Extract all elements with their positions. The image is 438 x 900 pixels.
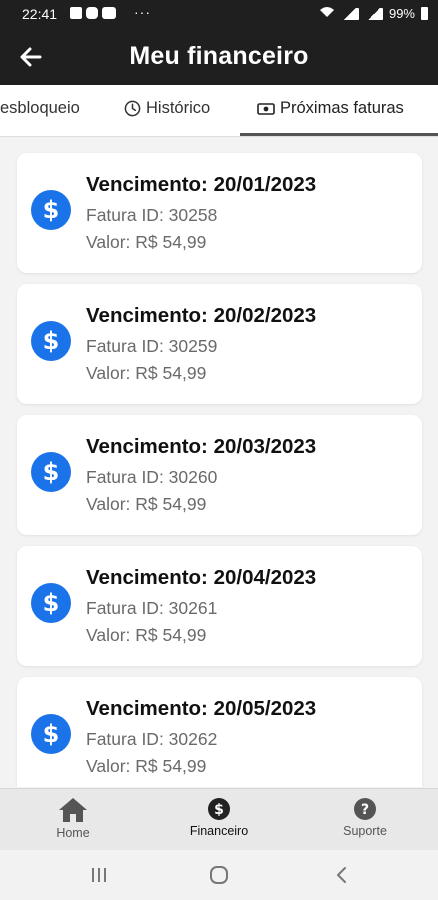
active-tab-indicator (240, 133, 438, 136)
tab-label: esbloqueio (0, 99, 80, 117)
tab-historico[interactable]: Histórico (124, 99, 210, 118)
invoice-value: Valor: R$ 54,99 (86, 625, 207, 645)
tab-bar: esbloqueio Histórico Próximas faturas (0, 85, 438, 137)
status-time: 22:41 (22, 6, 58, 22)
invoice-due-date: Vencimento: 20/05/2023 (86, 697, 317, 720)
dollar-circle-icon: $ (31, 714, 71, 754)
invoice-id: Fatura ID: 30260 (86, 467, 218, 487)
dollar-circle-icon: $ (31, 190, 71, 230)
wifi-icon (319, 6, 335, 21)
invoice-value: Valor: R$ 54,99 (86, 756, 207, 776)
bottom-navigation: Home $ Financeiro ? Suporte (0, 788, 438, 850)
dollar-circle-icon: $ (31, 583, 71, 623)
tab-desbloqueio[interactable]: esbloqueio (0, 99, 80, 118)
invoice-card[interactable]: $ Vencimento: 20/01/2023 Fatura ID: 3025… (17, 153, 422, 273)
invoice-card[interactable]: $ Vencimento: 20/02/2023 Fatura ID: 3025… (17, 284, 422, 404)
dollar-circle-icon: $ (208, 798, 230, 820)
cash-icon (257, 102, 275, 115)
invoice-value: Valor: R$ 54,99 (86, 494, 207, 514)
invoice-due-date: Vencimento: 20/02/2023 (86, 304, 317, 327)
svg-text:?: ? (361, 802, 369, 818)
svg-text:$: $ (43, 589, 60, 617)
svg-text:$: $ (43, 720, 60, 748)
invoice-value: Valor: R$ 54,99 (86, 363, 207, 383)
invoice-due-date: Vencimento: 20/03/2023 (86, 435, 317, 458)
invoice-id: Fatura ID: 30262 (86, 729, 218, 749)
invoice-due-date: Vencimento: 20/01/2023 (86, 173, 317, 196)
invoice-card[interactable]: $ Vencimento: 20/03/2023 Fatura ID: 3026… (17, 415, 422, 535)
tab-label: Próximas faturas (280, 99, 404, 117)
invoice-id: Fatura ID: 30259 (86, 336, 218, 356)
signal-icon-2 (364, 7, 383, 20)
back-nav-button[interactable] (330, 864, 354, 886)
clock-icon (124, 100, 141, 117)
invoice-id: Fatura ID: 30258 (86, 205, 218, 225)
dollar-circle-icon: $ (31, 321, 71, 361)
invoice-id: Fatura ID: 30261 (86, 598, 218, 618)
signal-icon (340, 7, 359, 20)
dollar-circle-icon: $ (31, 452, 71, 492)
svg-text:$: $ (214, 802, 224, 818)
status-bar: 22:41 ··· 99% (0, 0, 438, 28)
nav-label: Suporte (343, 824, 387, 838)
instagram-icon (86, 7, 98, 19)
page-title: Meu financeiro (129, 42, 309, 70)
nav-suporte[interactable]: ? Suporte (315, 797, 415, 838)
home-circle-icon (210, 866, 228, 884)
app-header: Meu financeiro (0, 28, 438, 85)
tab-proximas-faturas[interactable]: Próximas faturas (257, 99, 404, 118)
nav-home[interactable]: Home (23, 797, 123, 840)
home-button[interactable] (207, 864, 231, 886)
battery-percent: 99% (388, 6, 415, 21)
youtube-icon (102, 7, 116, 19)
notification-more: ··· (134, 4, 151, 20)
help-circle-icon: ? (354, 798, 376, 820)
recent-apps-button[interactable] (87, 864, 111, 886)
svg-text:$: $ (43, 327, 60, 355)
chevron-left-icon (337, 867, 346, 883)
battery-icon (421, 7, 428, 20)
home-icon (59, 798, 87, 822)
svg-text:$: $ (43, 196, 60, 224)
invoice-list[interactable]: $ Vencimento: 20/01/2023 Fatura ID: 3025… (0, 137, 438, 787)
system-navigation-bar (0, 850, 438, 900)
nav-label: Home (56, 826, 90, 840)
image-icon (70, 7, 82, 19)
invoice-value: Valor: R$ 54,99 (86, 232, 207, 252)
invoice-due-date: Vencimento: 20/04/2023 (86, 566, 317, 589)
tab-label: Histórico (146, 99, 211, 117)
invoice-card[interactable]: $ Vencimento: 20/04/2023 Fatura ID: 3026… (17, 546, 422, 666)
nav-financeiro[interactable]: $ Financeiro (169, 797, 269, 838)
svg-text:$: $ (43, 458, 60, 486)
nav-label: Financeiro (189, 824, 249, 838)
recent-apps-icon (92, 868, 106, 882)
invoice-card[interactable]: $ Vencimento: 20/05/2023 Fatura ID: 3026… (17, 677, 422, 787)
